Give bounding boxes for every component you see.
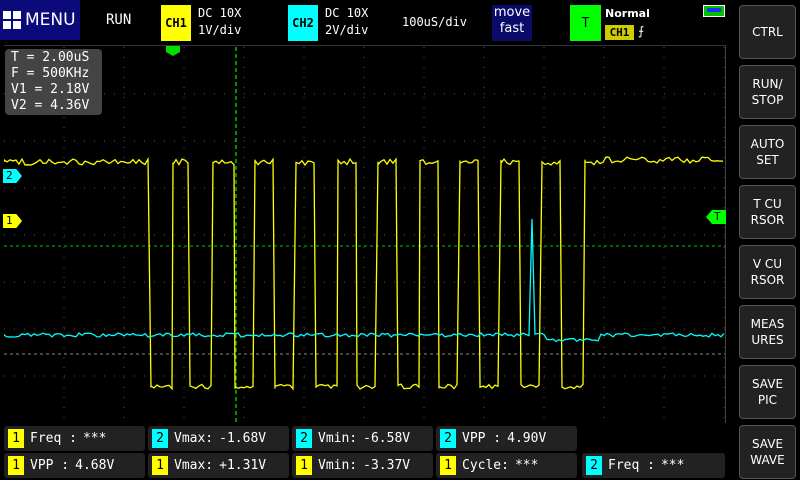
measurement-value: -6.58V [363, 431, 410, 446]
sidebar-button-label: CTRL [752, 24, 783, 40]
channel-badge: 2 [440, 429, 456, 448]
ch2-button[interactable]: CH2 [288, 5, 318, 41]
trigger-source: CH1 [605, 25, 634, 40]
measurement-value: 4.90V [507, 431, 546, 446]
sidebar-button-label: RUN/ [752, 76, 784, 92]
ch1-settings: DC 10X1V/div [198, 5, 241, 39]
measurement-item[interactable]: 1 Freq : *** [4, 426, 145, 451]
channel-badge: 2 [586, 456, 602, 475]
sidebar-button-measures[interactable]: MEASURES [739, 305, 796, 359]
sidebar-button-savewave[interactable]: SAVEWAVE [739, 425, 796, 479]
measurement-item[interactable]: 1 VPP : 4.68V [4, 453, 145, 478]
sidebar-button-label: AUTO [751, 136, 785, 152]
measurement-value: +1.31V [219, 458, 266, 473]
sidebar-button-label: V CU [751, 256, 785, 272]
measurement-item[interactable]: 1 Cycle: *** [436, 453, 577, 478]
measurement-value: 4.68V [75, 458, 114, 473]
measurement-label: Vmin: [318, 431, 357, 446]
measurement-label: Vmin: [318, 458, 357, 473]
measurement-label: VPP : [30, 458, 69, 473]
sidebar-button-label: WAVE [750, 452, 784, 468]
ch2-settings: DC 10X2V/div [325, 5, 368, 39]
measurement-item[interactable]: 2 Vmax: -1.68V [148, 426, 289, 451]
menu-grid-icon [3, 11, 21, 29]
sidebar-button-tcursor[interactable]: T CURSOR [739, 185, 796, 239]
measurement-label: Vmax: [174, 431, 213, 446]
measurement-item[interactable]: 1 Vmax: +1.31V [148, 453, 289, 478]
move-mode-button[interactable]: movefast [492, 5, 532, 41]
measurement-label: Freq : [30, 431, 77, 446]
measurement-item[interactable]: 1 Vmin: -3.37V [292, 453, 433, 478]
measurement-item[interactable]: 2 Vmin: -6.58V [292, 426, 433, 451]
trigger-button[interactable]: T [570, 5, 601, 41]
measurement-label: Cycle: [462, 458, 509, 473]
ch1-button[interactable]: CH1 [161, 5, 191, 41]
measurement-label: Freq : [608, 458, 655, 473]
measurement-value: -1.68V [219, 431, 266, 446]
menu-label: MENU [25, 10, 76, 30]
measurement-value: *** [661, 458, 684, 473]
sidebar-button-label: STOP [752, 92, 784, 108]
sidebar-button-label: RSOR [751, 272, 785, 288]
trigger-mode: Normal [605, 7, 650, 20]
battery-icon [703, 5, 725, 17]
sidebar-button-label: RSOR [751, 212, 785, 228]
sidebar-button-savepic[interactable]: SAVEPIC [739, 365, 796, 419]
sidebar-button-label: PIC [752, 392, 783, 408]
sidebar-button-label: T CU [751, 196, 785, 212]
channel-badge: 2 [152, 429, 168, 448]
run-state[interactable]: RUN [106, 12, 131, 28]
ch1-waveform [4, 157, 723, 389]
cursor-info-panel: T = 2.00uSF = 500KHzV1 = 2.18VV2 = 4.36V [5, 49, 102, 115]
sidebar-button-label: SAVE [752, 376, 783, 392]
measurement-value: *** [83, 431, 106, 446]
measurement-label: VPP : [462, 431, 501, 446]
channel-badge: 1 [8, 456, 24, 475]
channel-badge: 1 [296, 456, 312, 475]
rising-edge-icon: ⨍ [638, 24, 644, 38]
waveform-display[interactable] [4, 45, 726, 423]
sidebar-button-autoset[interactable]: AUTOSET [739, 125, 796, 179]
measurement-value: -3.37V [363, 458, 410, 473]
measurement-label: Vmax: [174, 458, 213, 473]
menu-button[interactable]: MENU [0, 0, 80, 40]
sidebar-button-label: SAVE [750, 436, 784, 452]
sidebar-button-vcursor[interactable]: V CURSOR [739, 245, 796, 299]
channel-badge: 1 [152, 456, 168, 475]
measurement-item[interactable]: 2 Freq : *** [582, 453, 725, 478]
sidebar-button-runstop[interactable]: RUN/STOP [739, 65, 796, 119]
sidebar-button-label: MEAS [751, 316, 785, 332]
channel-badge: 1 [440, 456, 456, 475]
sidebar-button-label: SET [751, 152, 785, 168]
timebase[interactable]: 100uS/div [402, 15, 467, 29]
measurement-item[interactable]: 2 VPP : 4.90V [436, 426, 577, 451]
sidebar-button-ctrl[interactable]: CTRL [739, 5, 796, 59]
measurement-value: *** [515, 458, 538, 473]
channel-badge: 1 [8, 429, 24, 448]
channel-badge: 2 [296, 429, 312, 448]
sidebar-button-label: URES [751, 332, 785, 348]
